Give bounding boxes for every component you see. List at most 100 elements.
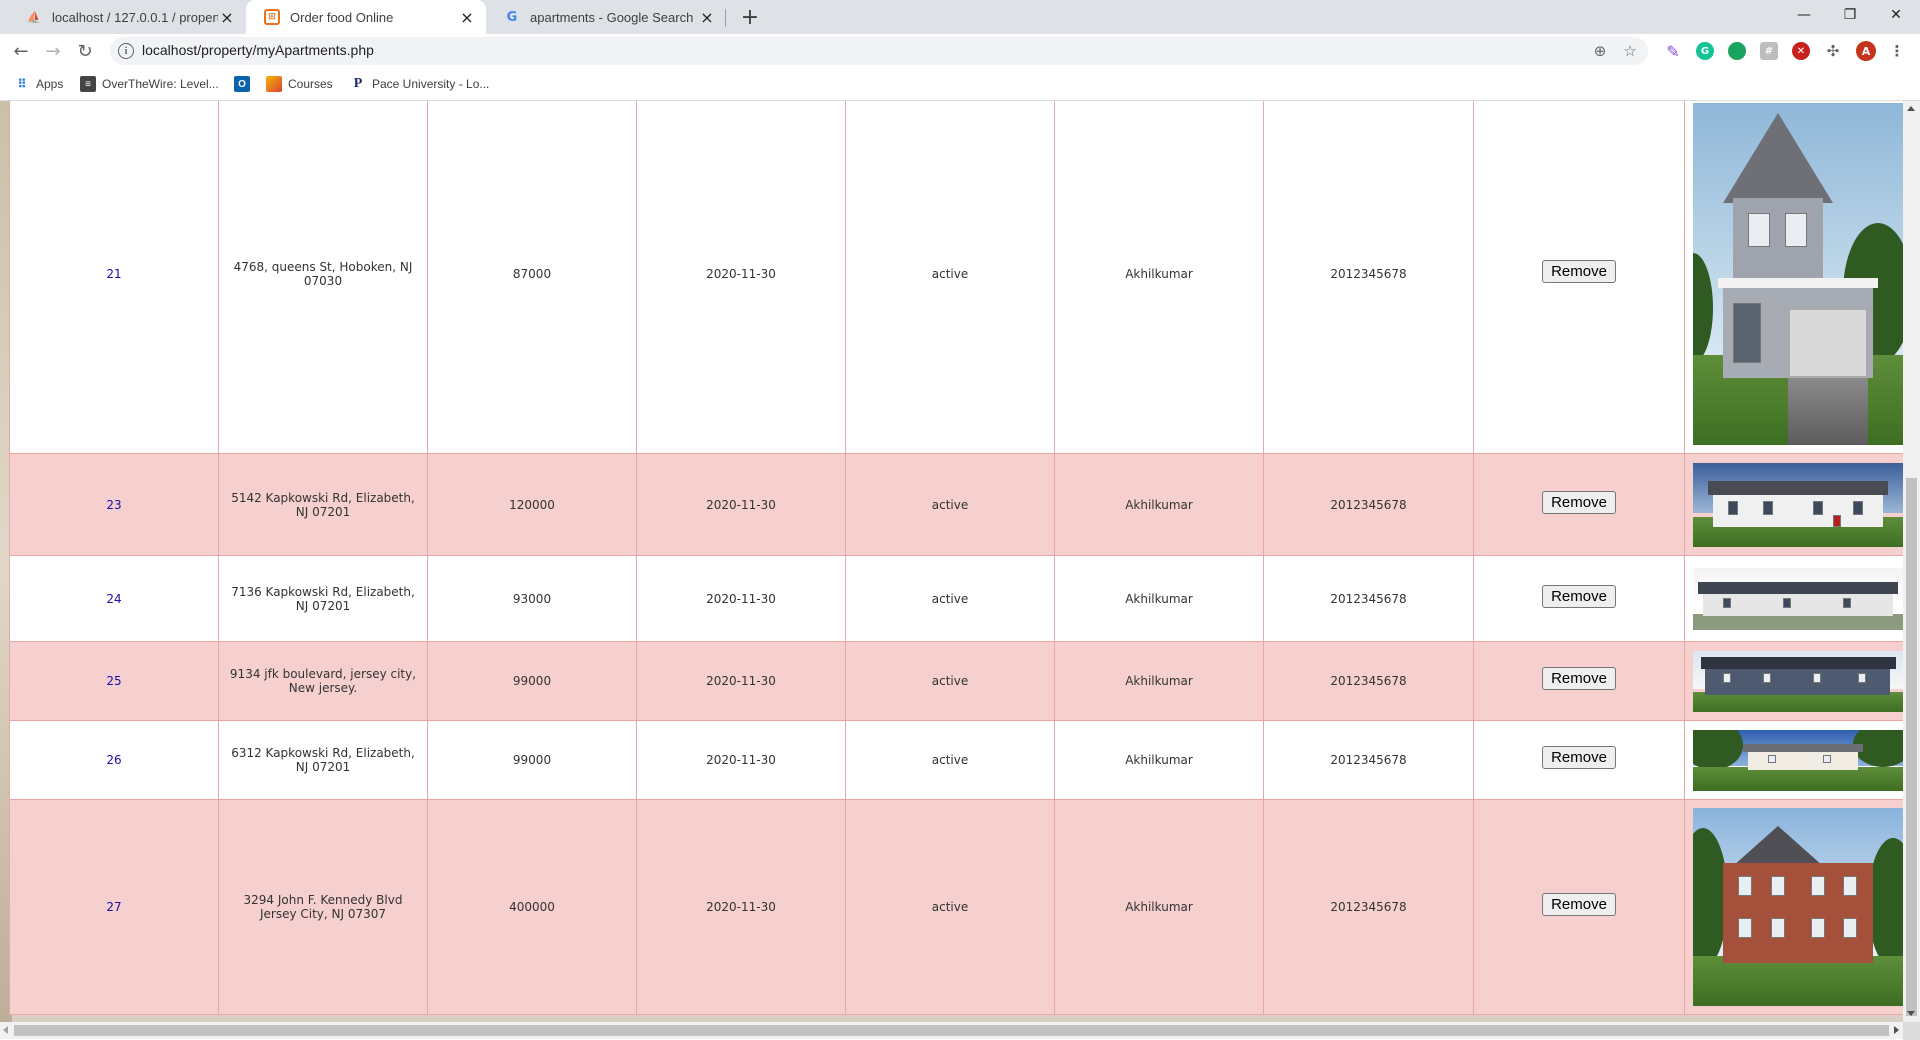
scroll-down-arrow-icon[interactable]	[1907, 1011, 1915, 1016]
image-cell	[1684, 101, 1906, 454]
apartment-owner: Akhilkumar	[1054, 555, 1264, 642]
image-cell	[1684, 555, 1906, 642]
google-icon: G	[506, 9, 518, 25]
bookmark-label: Apps	[36, 77, 64, 91]
page-content: 21 4768, queens St, Hoboken, NJ 07030 87…	[0, 101, 1920, 1022]
vertical-scrollbar[interactable]	[1903, 101, 1920, 1022]
tab-google-search[interactable]: G apartments - Google Search ×	[486, 0, 726, 34]
reload-icon[interactable]: ↻	[72, 38, 98, 64]
tab-order-food[interactable]: ⊞ Order food Online ×	[246, 0, 486, 34]
bookmark-outlook[interactable]: O	[234, 74, 256, 94]
puzzle-icon[interactable]: ✣	[1824, 42, 1842, 60]
apartment-id[interactable]: 25	[9, 641, 219, 721]
apartment-phone: 2012345678	[1263, 453, 1474, 556]
table-row: 21 4768, queens St, Hoboken, NJ 07030 87…	[9, 101, 1906, 454]
remove-button[interactable]: Remove	[1542, 584, 1616, 608]
tab-title: localhost / 127.0.0.1 / property /	[52, 9, 218, 25]
apartment-owner: Akhilkumar	[1054, 720, 1264, 800]
table-row: 25 9134 jfk boulevard, jersey city, New …	[9, 641, 1906, 721]
scrollbar-thumb[interactable]	[14, 1025, 1889, 1036]
remove-cell: Remove	[1473, 641, 1685, 721]
house-photo	[1693, 650, 1903, 712]
menu-icon[interactable]: ⋮	[1888, 42, 1906, 60]
apartment-price: 99000	[427, 720, 637, 800]
remove-button[interactable]: Remove	[1542, 667, 1616, 690]
image-cell	[1684, 720, 1906, 800]
apartment-id[interactable]: 21	[9, 101, 219, 454]
bookmark-label: Courses	[288, 77, 333, 91]
remove-cell: Remove	[1473, 453, 1685, 556]
apartment-status: active	[845, 555, 1055, 642]
remove-button[interactable]: Remove	[1542, 490, 1616, 514]
house-photo	[1693, 462, 1903, 547]
apartment-status: active	[845, 453, 1055, 556]
bookmark-star-icon[interactable]: ☆	[1620, 41, 1640, 61]
house-photo	[1693, 102, 1903, 445]
apartment-id[interactable]: 24	[9, 555, 219, 642]
order-food-icon: ⊞	[264, 9, 280, 25]
close-window-button[interactable]: ✕	[1873, 0, 1919, 30]
bookmark-label: Pace University - Lo...	[372, 77, 490, 91]
restore-button[interactable]: ❐	[1827, 0, 1873, 30]
remove-cell: Remove	[1473, 720, 1685, 800]
apartment-id[interactable]: 27	[9, 799, 219, 1015]
bookmark-pace[interactable]: P Pace University - Lo...	[350, 74, 490, 94]
profile-avatar[interactable]: A	[1856, 41, 1876, 61]
horizontal-scrollbar[interactable]	[0, 1022, 1903, 1039]
house-photo	[1693, 567, 1903, 630]
bookmark-courses[interactable]: Courses	[266, 74, 333, 94]
apartment-phone: 2012345678	[1263, 101, 1474, 454]
apartment-id[interactable]: 23	[9, 453, 219, 556]
scroll-right-arrow-icon[interactable]	[1894, 1026, 1899, 1034]
apartment-phone: 2012345678	[1263, 641, 1474, 721]
forward-arrow-icon[interactable]: →	[40, 38, 66, 64]
apartment-status: active	[845, 101, 1055, 454]
green-extension-icon[interactable]	[1728, 42, 1746, 60]
remove-button[interactable]: Remove	[1542, 259, 1616, 283]
apartment-status: active	[845, 720, 1055, 800]
grey-extension-icon[interactable]: #	[1760, 42, 1778, 60]
remove-button[interactable]: Remove	[1542, 746, 1616, 769]
apps-grid-icon: ⠿	[17, 77, 27, 91]
address-bar[interactable]: i localhost/property/myApartments.php ⊕ …	[110, 37, 1648, 65]
remove-cell: Remove	[1473, 101, 1685, 454]
url-text[interactable]: localhost/property/myApartments.php	[142, 42, 374, 58]
close-icon[interactable]: ×	[698, 8, 716, 27]
scroll-up-arrow-icon[interactable]	[1907, 106, 1915, 111]
tab-phpmyadmin[interactable]: ⛵ localhost / 127.0.0.1 / property / ×	[8, 0, 246, 34]
tab-title: Order food Online	[290, 9, 394, 25]
apartment-date: 2020-11-30	[636, 720, 846, 800]
outlook-icon: O	[234, 76, 250, 92]
scroll-left-arrow-icon[interactable]	[3, 1026, 8, 1034]
apartment-address: 6312 Kapkowski Rd, Elizabeth, NJ 07201	[218, 720, 428, 800]
bookmark-overthewire[interactable]: ≡ OverTheWire: Level...	[80, 74, 219, 94]
apartment-id[interactable]: 26	[9, 720, 219, 800]
apartment-date: 2020-11-30	[636, 799, 846, 1015]
close-icon[interactable]: ×	[218, 8, 236, 27]
apartment-address: 5142 Kapkowski Rd, Elizabeth, NJ 07201	[218, 453, 428, 556]
new-tab-button[interactable]: +	[737, 4, 763, 30]
zoom-icon[interactable]: ⊕	[1590, 41, 1610, 61]
image-cell	[1684, 453, 1906, 556]
tab-title: apartments - Google Search	[530, 9, 694, 25]
blocker-extension-icon[interactable]: ✕	[1792, 42, 1810, 60]
pen-extension-icon[interactable]: ✎	[1664, 42, 1682, 61]
info-icon[interactable]: i	[118, 43, 134, 59]
bookmarks-bar: ⠿ Apps ≡ OverTheWire: Level... O Courses…	[0, 68, 1920, 101]
remove-button[interactable]: Remove	[1542, 893, 1616, 916]
apartment-owner: Akhilkumar	[1054, 453, 1264, 556]
apartment-phone: 2012345678	[1263, 799, 1474, 1015]
bookmark-apps[interactable]: ⠿ Apps	[14, 74, 64, 94]
table-row: 27 3294 John F. Kennedy Blvd Jersey City…	[9, 799, 1906, 1015]
apartment-price: 120000	[427, 453, 637, 556]
close-icon[interactable]: ×	[458, 8, 476, 27]
apartment-date: 2020-11-30	[636, 555, 846, 642]
scrollbar-thumb[interactable]	[1906, 478, 1917, 1016]
apartment-status: active	[845, 641, 1055, 721]
apartment-date: 2020-11-30	[636, 101, 846, 454]
apartment-price: 93000	[427, 555, 637, 642]
minimize-button[interactable]: —	[1781, 0, 1827, 30]
courses-icon	[266, 76, 282, 92]
grammarly-icon[interactable]: G	[1696, 42, 1714, 60]
back-arrow-icon[interactable]: ←	[8, 38, 34, 64]
